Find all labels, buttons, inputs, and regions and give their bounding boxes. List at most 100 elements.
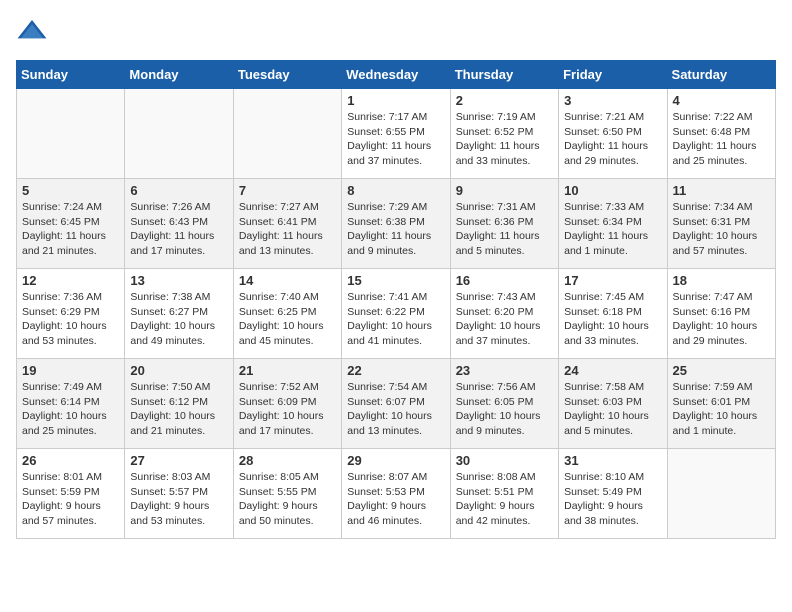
day-number: 22 [347,363,444,378]
day-info: Sunrise: 7:59 AM Sunset: 6:01 PM Dayligh… [673,380,770,439]
calendar-cell: 16 Sunrise: 7:43 AM Sunset: 6:20 PM Dayli… [450,269,558,359]
calendar-cell: 6Sunrise: 7:26 AM Sunset: 6:43 PM Daylig… [125,179,233,269]
day-number: 10 [564,183,661,198]
day-number: 12 [22,273,119,288]
weekday-header-tuesday: Tuesday [233,61,341,89]
day-number: 2 [456,93,553,108]
day-number: 5 [22,183,119,198]
calendar-cell: 31 Sunrise: 8:10 AM Sunset: 5:49 PM Dayli… [559,449,667,539]
week-row-5: 26 Sunrise: 8:01 AM Sunset: 5:59 PM Dayli… [17,449,776,539]
calendar-cell [17,89,125,179]
day-info: Sunrise: 8:03 AM Sunset: 5:57 PM Dayligh… [130,470,227,529]
day-info: Sunrise: 7:34 AM Sunset: 6:31 PM Dayligh… [673,200,770,259]
day-number: 31 [564,453,661,468]
day-number: 4 [673,93,770,108]
calendar-table: SundayMondayTuesdayWednesdayThursdayFrid… [16,60,776,539]
calendar-cell: 15Sunrise: 7:41 AM Sunset: 6:22 PM Dayli… [342,269,450,359]
week-row-1: 1 Sunrise: 7:17 AM Sunset: 6:55 PM Daylig… [17,89,776,179]
day-info: Sunrise: 7:54 AM Sunset: 6:07 PM Dayligh… [347,380,444,439]
day-number: 6 [130,183,227,198]
day-info: Sunrise: 8:10 AM Sunset: 5:49 PM Dayligh… [564,470,661,529]
weekday-header-friday: Friday [559,61,667,89]
calendar-cell: 25 Sunrise: 7:59 AM Sunset: 6:01 PM Dayli… [667,359,775,449]
day-info: Sunrise: 7:41 AM Sunset: 6:22 PM Dayligh… [347,290,444,349]
day-number: 14 [239,273,336,288]
day-info: Sunrise: 7:47 AM Sunset: 6:16 PM Dayligh… [673,290,770,349]
page-header [16,16,776,48]
day-number: 20 [130,363,227,378]
day-number: 13 [130,273,227,288]
calendar-cell [667,449,775,539]
calendar-cell: 20 Sunrise: 7:50 AM Sunset: 6:12 PM Dayli… [125,359,233,449]
calendar-cell: 28 Sunrise: 8:05 AM Sunset: 5:55 PM Dayli… [233,449,341,539]
day-number: 19 [22,363,119,378]
day-info: Sunrise: 7:27 AM Sunset: 6:41 PM Dayligh… [239,200,336,259]
day-info: Sunrise: 7:45 AM Sunset: 6:18 PM Dayligh… [564,290,661,349]
day-info: Sunrise: 7:17 AM Sunset: 6:55 PM Dayligh… [347,110,444,169]
calendar-cell: 24Sunrise: 7:58 AM Sunset: 6:03 PM Dayli… [559,359,667,449]
calendar-cell: 3Sunrise: 7:21 AM Sunset: 6:50 PM Daylig… [559,89,667,179]
calendar-cell: 18Sunrise: 7:47 AM Sunset: 6:16 PM Dayli… [667,269,775,359]
calendar-cell: 23 Sunrise: 7:56 AM Sunset: 6:05 PM Dayli… [450,359,558,449]
day-info: Sunrise: 7:38 AM Sunset: 6:27 PM Dayligh… [130,290,227,349]
day-info: Sunrise: 7:43 AM Sunset: 6:20 PM Dayligh… [456,290,553,349]
day-info: Sunrise: 7:31 AM Sunset: 6:36 PM Dayligh… [456,200,553,259]
calendar-cell: 1 Sunrise: 7:17 AM Sunset: 6:55 PM Daylig… [342,89,450,179]
day-info: Sunrise: 7:19 AM Sunset: 6:52 PM Dayligh… [456,110,553,169]
day-info: Sunrise: 7:36 AM Sunset: 6:29 PM Dayligh… [22,290,119,349]
week-row-2: 5 Sunrise: 7:24 AM Sunset: 6:45 PM Daylig… [17,179,776,269]
day-info: Sunrise: 7:24 AM Sunset: 6:45 PM Dayligh… [22,200,119,259]
day-number: 7 [239,183,336,198]
day-number: 29 [347,453,444,468]
calendar-cell: 12 Sunrise: 7:36 AM Sunset: 6:29 PM Dayli… [17,269,125,359]
calendar-cell: 29 Sunrise: 8:07 AM Sunset: 5:53 PM Dayli… [342,449,450,539]
day-info: Sunrise: 7:22 AM Sunset: 6:48 PM Dayligh… [673,110,770,169]
day-number: 23 [456,363,553,378]
week-row-3: 12 Sunrise: 7:36 AM Sunset: 6:29 PM Dayli… [17,269,776,359]
day-number: 26 [22,453,119,468]
day-info: Sunrise: 7:33 AM Sunset: 6:34 PM Dayligh… [564,200,661,259]
calendar-cell: 10 Sunrise: 7:33 AM Sunset: 6:34 PM Dayli… [559,179,667,269]
day-info: Sunrise: 7:40 AM Sunset: 6:25 PM Dayligh… [239,290,336,349]
day-number: 27 [130,453,227,468]
calendar-cell: 11 Sunrise: 7:34 AM Sunset: 6:31 PM Dayli… [667,179,775,269]
calendar-cell: 27 Sunrise: 8:03 AM Sunset: 5:57 PM Dayli… [125,449,233,539]
weekday-header-saturday: Saturday [667,61,775,89]
day-info: Sunrise: 8:05 AM Sunset: 5:55 PM Dayligh… [239,470,336,529]
calendar-cell: 17 Sunrise: 7:45 AM Sunset: 6:18 PM Dayli… [559,269,667,359]
calendar-cell: 7 Sunrise: 7:27 AM Sunset: 6:41 PM Daylig… [233,179,341,269]
calendar-cell [233,89,341,179]
day-number: 11 [673,183,770,198]
day-info: Sunrise: 8:01 AM Sunset: 5:59 PM Dayligh… [22,470,119,529]
weekday-header-monday: Monday [125,61,233,89]
day-number: 17 [564,273,661,288]
calendar-cell: 14 Sunrise: 7:40 AM Sunset: 6:25 PM Dayli… [233,269,341,359]
calendar-body: 1 Sunrise: 7:17 AM Sunset: 6:55 PM Daylig… [17,89,776,539]
weekday-header-sunday: Sunday [17,61,125,89]
day-info: Sunrise: 8:07 AM Sunset: 5:53 PM Dayligh… [347,470,444,529]
day-info: Sunrise: 7:52 AM Sunset: 6:09 PM Dayligh… [239,380,336,439]
week-row-4: 19Sunrise: 7:49 AM Sunset: 6:14 PM Dayli… [17,359,776,449]
day-number: 8 [347,183,444,198]
calendar-header: SundayMondayTuesdayWednesdayThursdayFrid… [17,61,776,89]
day-info: Sunrise: 7:29 AM Sunset: 6:38 PM Dayligh… [347,200,444,259]
calendar-cell: 5 Sunrise: 7:24 AM Sunset: 6:45 PM Daylig… [17,179,125,269]
day-number: 24 [564,363,661,378]
calendar-cell: 19Sunrise: 7:49 AM Sunset: 6:14 PM Dayli… [17,359,125,449]
calendar-cell: 9Sunrise: 7:31 AM Sunset: 6:36 PM Daylig… [450,179,558,269]
calendar-cell: 2 Sunrise: 7:19 AM Sunset: 6:52 PM Daylig… [450,89,558,179]
day-number: 3 [564,93,661,108]
day-number: 16 [456,273,553,288]
calendar-cell [125,89,233,179]
day-info: Sunrise: 7:50 AM Sunset: 6:12 PM Dayligh… [130,380,227,439]
calendar-cell: 26 Sunrise: 8:01 AM Sunset: 5:59 PM Dayli… [17,449,125,539]
day-info: Sunrise: 7:56 AM Sunset: 6:05 PM Dayligh… [456,380,553,439]
weekday-header-thursday: Thursday [450,61,558,89]
logo [16,16,52,48]
day-number: 1 [347,93,444,108]
calendar-cell: 22 Sunrise: 7:54 AM Sunset: 6:07 PM Dayli… [342,359,450,449]
day-info: Sunrise: 8:08 AM Sunset: 5:51 PM Dayligh… [456,470,553,529]
calendar-cell: 21Sunrise: 7:52 AM Sunset: 6:09 PM Dayli… [233,359,341,449]
day-number: 25 [673,363,770,378]
day-number: 28 [239,453,336,468]
